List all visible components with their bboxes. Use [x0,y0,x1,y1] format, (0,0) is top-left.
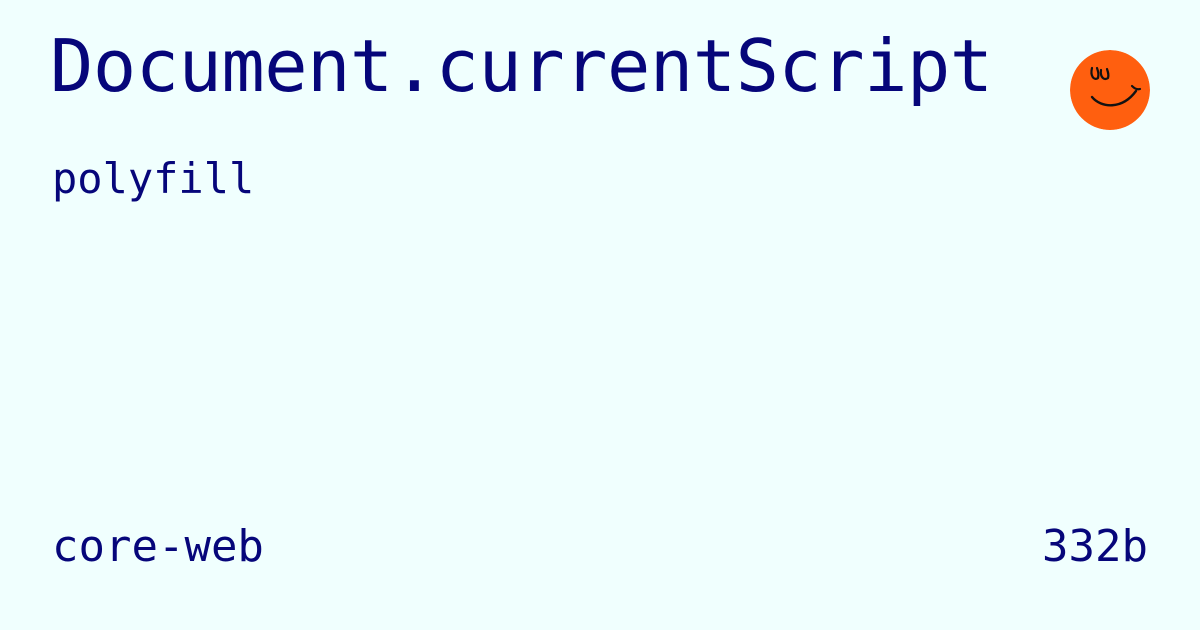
smiley-face-icon [1070,50,1150,130]
logo-graphic [1070,50,1150,130]
page-title: Document.currentScript [50,24,993,108]
bundle-size: 332b [1042,521,1148,572]
subtitle: polyfill [52,154,255,203]
package-name: core-web [52,521,264,572]
social-preview-card: Document.currentScript polyfill core-web… [0,0,1200,630]
